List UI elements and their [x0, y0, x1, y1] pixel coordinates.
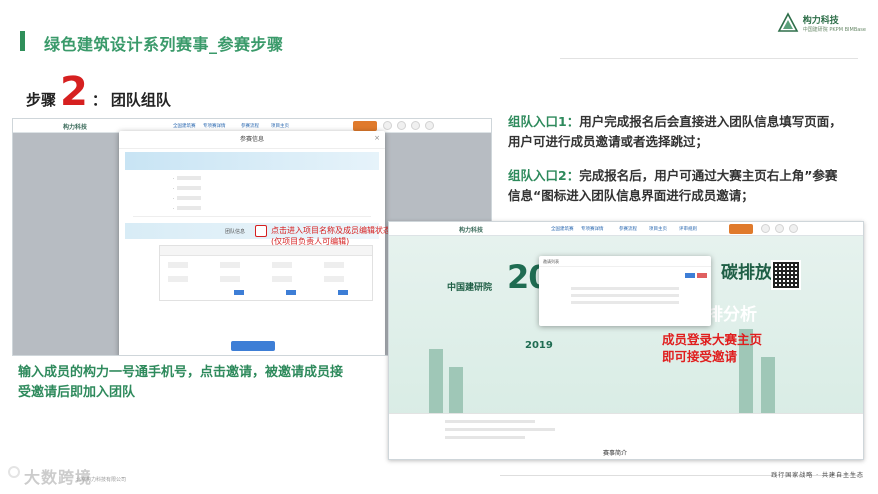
banner-org-name: 中国建研院	[447, 283, 493, 293]
table-input	[220, 262, 240, 268]
form-row: ·	[173, 173, 385, 183]
invite-button	[286, 290, 296, 295]
nav-circle-icon	[425, 121, 434, 130]
nav-item: 参赛流程	[619, 227, 637, 232]
site-logo: 构力科技	[459, 227, 484, 234]
banner-title: 碳排放	[721, 263, 772, 283]
brand-name: 构力科技	[802, 16, 839, 26]
invite-list-modal: 邀请列表	[539, 256, 711, 326]
nav-item: 专项赛详情	[203, 124, 226, 129]
nav-action-button	[353, 121, 377, 131]
modal-title: 邀请列表	[539, 256, 711, 267]
step-label: 步骤	[26, 91, 57, 109]
nav-action-button	[729, 224, 753, 234]
entry-label: 组队入口2：	[508, 168, 580, 183]
building-illustration	[449, 367, 463, 419]
table-input	[324, 276, 344, 282]
building-illustration	[761, 357, 775, 419]
step-colon: ：	[91, 91, 107, 109]
screenshot-contest-homepage: 构力科技 全国建筑赛 专项赛详情 参赛流程 项目主页 评审规则 中国建研院 20…	[388, 221, 864, 460]
entry-label: 组队入口1：	[508, 114, 580, 129]
footer-line	[445, 420, 535, 423]
annotation-line: (仅项目负责人可编辑)	[271, 237, 350, 246]
nav-item: 全国建筑赛	[173, 124, 196, 129]
text-line	[571, 287, 679, 290]
invite-button	[234, 290, 244, 295]
table-input	[168, 276, 188, 282]
page-title: 绿色建筑设计系列赛事_参赛步骤	[44, 35, 284, 54]
modal-title: 参赛信息	[119, 131, 385, 149]
table-input	[272, 262, 292, 268]
text-line	[571, 294, 679, 297]
nav-item: 全国建筑赛	[551, 227, 574, 232]
annotation-line: 点击进入项目名称及成员编辑状态	[271, 226, 391, 235]
nav-circle-icon	[397, 121, 406, 130]
form-row: ·	[173, 183, 385, 193]
save-button	[231, 341, 275, 351]
entry-point-1: 组队入口1：用户完成报名后会直接进入团队信息填写页面，用户可进行成员邀请或者选择…	[508, 112, 844, 152]
invite-annotation: 成员登录大赛主页即可接受邀请	[662, 332, 763, 364]
text-line	[571, 301, 679, 304]
table-input	[168, 262, 188, 268]
banner-footer: 赛事简介	[389, 413, 863, 459]
brand-logo-icon	[777, 12, 799, 32]
qr-code	[771, 260, 801, 290]
brand-logo-block: 构力科技 中国建研院 PKPM BIMBase	[777, 12, 866, 34]
modal-banner	[125, 152, 379, 170]
step-description: 团队组队	[110, 91, 171, 109]
divider	[133, 216, 371, 217]
building-illustration	[429, 349, 443, 419]
footer-line	[445, 436, 525, 439]
nav-circle-icon	[383, 121, 392, 130]
invite-instruction: 输入成员的构力一号通手机号，点击邀请，被邀请成员接受邀请后即加入团队	[18, 365, 344, 400]
table-header	[160, 246, 372, 256]
close-icon: ×	[374, 134, 380, 142]
title-accent-bar	[20, 31, 25, 51]
edit-annotation: 点击进入项目名称及成员编辑状态 (仅项目负责人可编辑)	[271, 225, 393, 247]
nav-item: 项目主页	[649, 227, 667, 232]
brand-subtitle: 中国建研院 PKPM BIMBase	[802, 27, 866, 33]
reject-button	[697, 273, 707, 278]
section-title: 赛事简介	[603, 450, 628, 457]
nav-circle-icon	[411, 121, 420, 130]
footer-slogan: 践行国家战略 · 共建自主生态	[771, 472, 864, 479]
nav-item: 项目主页	[271, 124, 289, 129]
accept-button	[685, 273, 695, 278]
step-heading: 步骤 2 ： 团队组队	[26, 72, 171, 112]
nav-circle-icon	[775, 224, 784, 233]
form-row: ·	[173, 193, 385, 203]
table-input	[324, 262, 344, 268]
nav-circle-icon	[761, 224, 770, 233]
banner-small-year: 2019	[525, 340, 553, 351]
table-input	[220, 276, 240, 282]
site-nav-bar: 构力科技 全国建筑赛 专项赛详情 参赛流程 项目主页 评审规则	[389, 222, 863, 236]
header-divider	[560, 58, 858, 59]
form-row: ·	[173, 203, 385, 213]
nav-item: 评审规则	[679, 227, 697, 232]
team-info-label: 团队信息	[225, 229, 246, 235]
site-logo: 构力科技	[63, 124, 88, 131]
member-table	[159, 245, 373, 301]
footer-line	[445, 428, 555, 431]
step-number: 2	[60, 69, 88, 115]
nav-item: 参赛流程	[241, 124, 259, 129]
footer-company: 北京构力科技有限公司	[76, 477, 127, 483]
edit-icon	[255, 225, 267, 237]
watermark-icon	[8, 466, 20, 478]
nav-circle-icon	[789, 224, 798, 233]
nav-item: 专项赛详情	[581, 227, 604, 232]
invite-button	[338, 290, 348, 295]
entry-point-2: 组队入口2：完成报名后，用户可通过大赛主页右上角”参赛信息“图标进入团队信息界面…	[508, 166, 844, 206]
table-input	[272, 276, 292, 282]
